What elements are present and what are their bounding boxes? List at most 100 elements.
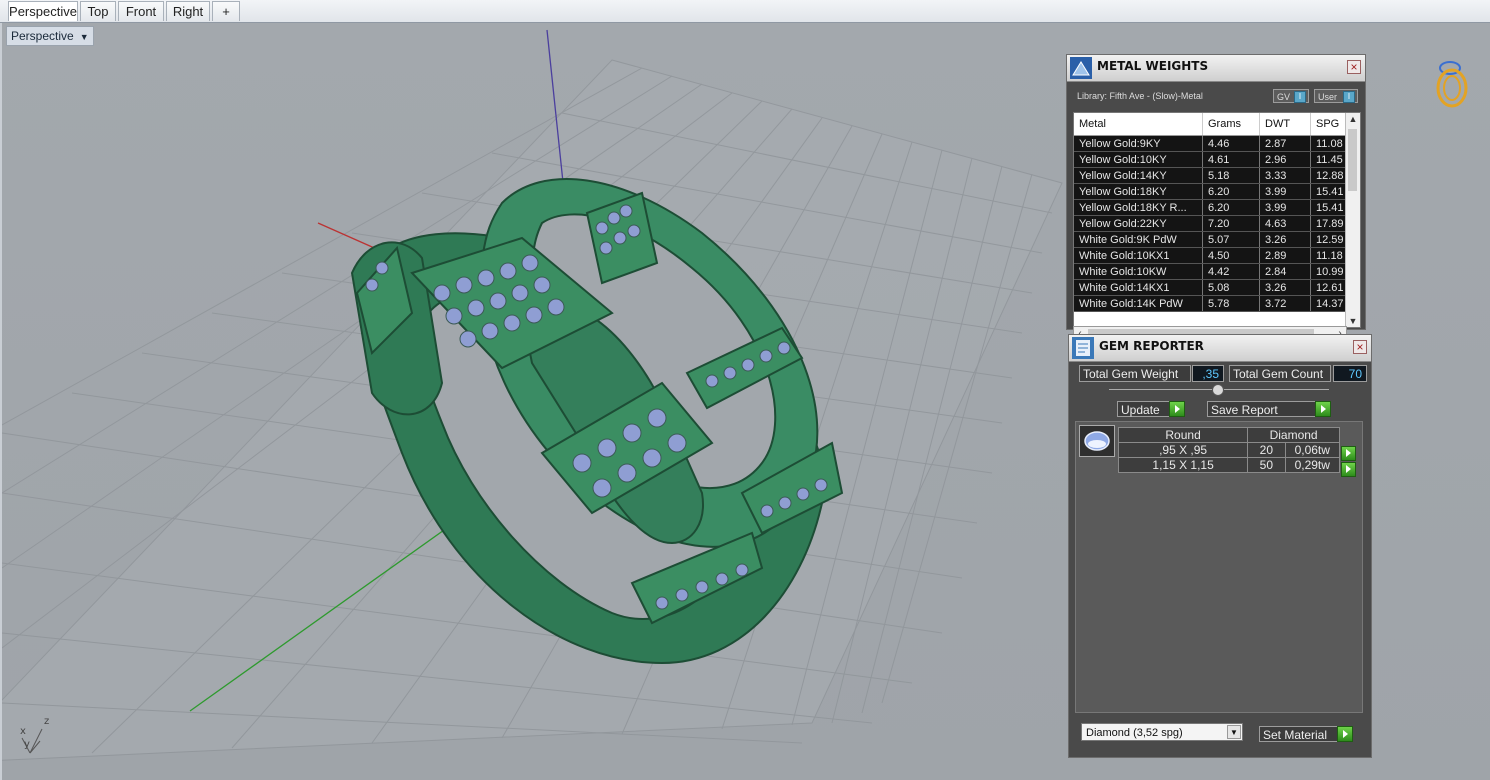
- gem-table: Round Diamond ,95 X ,95 20 0,06tw 1,15 X…: [1117, 427, 1341, 473]
- viewport-tab-bar: Perspective Top Front Right +: [0, 0, 1490, 23]
- metal-grams: 4.42: [1202, 263, 1260, 280]
- gem-list-area: Round Diamond ,95 X ,95 20 0,06tw 1,15 X…: [1075, 421, 1363, 713]
- metal-row[interactable]: White Gold:10KW 4.42 2.84 10.99: [1074, 263, 1356, 280]
- metal-dwt: 2.96: [1259, 151, 1311, 168]
- add-viewport-tab-button[interactable]: +: [212, 1, 240, 21]
- metal-dwt: 3.99: [1259, 183, 1311, 200]
- metal-weights-header[interactable]: METAL WEIGHTS ×: [1067, 55, 1365, 82]
- gem-reporter-header[interactable]: GEM REPORTER ×: [1069, 335, 1371, 362]
- scroll-down-icon[interactable]: ▼: [1346, 316, 1360, 326]
- tab-front[interactable]: Front: [118, 1, 164, 21]
- gem-weight: 0,29tw: [1284, 457, 1341, 473]
- save-report-button[interactable]: Save Report: [1207, 401, 1331, 417]
- play-icon: [1315, 401, 1331, 417]
- toggle-icon: I: [1294, 91, 1306, 103]
- play-icon: [1337, 726, 1353, 742]
- splitter-handle[interactable]: [1212, 384, 1224, 396]
- viewport-title: Perspective: [11, 29, 74, 43]
- metal-row[interactable]: Yellow Gold:22KY 7.20 4.63 17.89: [1074, 215, 1356, 232]
- column-header-grams[interactable]: Grams: [1202, 113, 1260, 136]
- toggle-icon: I: [1343, 91, 1355, 103]
- metal-row[interactable]: White Gold:10KX1 4.50 2.89 11.18: [1074, 247, 1356, 264]
- ring-preview-icon: [1436, 61, 1468, 108]
- metal-grams: 5.07: [1202, 231, 1260, 248]
- gem-row: 1,15 X 1,15 50 0,29tw: [1117, 457, 1341, 473]
- axis-label-x: x: [20, 726, 26, 737]
- gem-size: ,95 X ,95: [1117, 442, 1249, 458]
- viewport-title-dropdown[interactable]: Perspective ▼: [6, 26, 94, 46]
- metal-grams: 4.61: [1202, 151, 1260, 168]
- gem-row: ,95 X ,95 20 0,06tw: [1117, 442, 1341, 458]
- close-icon[interactable]: ×: [1353, 340, 1367, 354]
- gem-shape-header: Round: [1117, 427, 1249, 443]
- metal-row[interactable]: White Gold:14K PdW 5.78 3.72 14.37: [1074, 295, 1356, 312]
- update-button-label: Update: [1121, 403, 1160, 417]
- vertical-scrollbar[interactable]: ▲ ▼: [1345, 113, 1360, 327]
- metal-dwt: 4.63: [1259, 215, 1311, 232]
- metal-weights-panel: METAL WEIGHTS × Library: Fifth Ave - (Sl…: [1066, 54, 1366, 342]
- metal-name: Yellow Gold:14KY: [1074, 167, 1203, 184]
- set-material-button-label: Set Material: [1263, 728, 1328, 742]
- round-gem-icon[interactable]: [1079, 425, 1115, 457]
- column-header-metal[interactable]: Metal: [1074, 113, 1203, 136]
- total-gem-weight-value: ,35: [1192, 365, 1224, 382]
- update-button[interactable]: Update: [1117, 401, 1185, 417]
- metal-row[interactable]: White Gold:9K PdW 5.07 3.26 12.59: [1074, 231, 1356, 248]
- metal-name: White Gold:10KX1: [1074, 247, 1203, 264]
- set-material-button[interactable]: Set Material: [1259, 726, 1353, 742]
- close-icon[interactable]: ×: [1347, 60, 1361, 74]
- metal-name: Yellow Gold:22KY: [1074, 215, 1203, 232]
- metal-grams: 5.18: [1202, 167, 1260, 184]
- select-gem-row-button[interactable]: [1341, 446, 1356, 461]
- total-gem-count-value: 70: [1333, 365, 1367, 382]
- metal-row[interactable]: Yellow Gold:14KY 5.18 3.33 12.88: [1074, 167, 1356, 184]
- tab-perspective[interactable]: Perspective: [8, 1, 78, 21]
- report-icon: [1072, 337, 1094, 359]
- metal-row[interactable]: Yellow Gold:18KY 6.20 3.99 15.41: [1074, 183, 1356, 200]
- tab-right[interactable]: Right: [166, 1, 210, 21]
- gem-count: 50: [1247, 457, 1286, 473]
- metal-row[interactable]: White Gold:14KX1 5.08 3.26 12.61: [1074, 279, 1356, 296]
- metal-weights-title: METAL WEIGHTS: [1097, 59, 1209, 73]
- library-label: Library: Fifth Ave - (Slow)-Metal: [1077, 91, 1203, 101]
- gem-size: 1,15 X 1,15: [1117, 457, 1249, 473]
- metal-grams: 4.50: [1202, 247, 1260, 264]
- metal-grams: 4.46: [1202, 135, 1260, 152]
- metal-dwt: 3.99: [1259, 199, 1311, 216]
- axis-label-y: y: [24, 739, 30, 750]
- metal-grams: 5.78: [1202, 295, 1260, 312]
- axis-label-z: z: [44, 716, 50, 727]
- gv-toggle-label: GV: [1277, 92, 1291, 102]
- metal-row[interactable]: Yellow Gold:9KY 4.46 2.87 11.08: [1074, 135, 1356, 152]
- save-report-button-label: Save Report: [1211, 403, 1278, 417]
- gem-reporter-title: GEM REPORTER: [1099, 339, 1204, 353]
- gem-count: 20: [1247, 442, 1286, 458]
- scrollbar-thumb[interactable]: [1348, 129, 1357, 191]
- chevron-down-icon: ▼: [79, 32, 89, 42]
- metal-dwt: 3.26: [1259, 231, 1311, 248]
- total-gem-count-label: Total Gem Count: [1229, 365, 1331, 382]
- metal-dwt: 3.33: [1259, 167, 1311, 184]
- gv-toggle[interactable]: GV I: [1273, 89, 1309, 103]
- scroll-up-icon[interactable]: ▲: [1346, 114, 1360, 124]
- chevron-down-icon[interactable]: ▼: [1227, 725, 1241, 739]
- metal-weights-table: Metal Grams DWT SPG Yellow Gold:9KY 4.46 2…: [1073, 112, 1361, 328]
- metal-name: Yellow Gold:9KY: [1074, 135, 1203, 152]
- gem-weight: 0,06tw: [1284, 442, 1341, 458]
- metal-name: White Gold:14K PdW: [1074, 295, 1203, 312]
- column-header-dwt[interactable]: DWT: [1259, 113, 1311, 136]
- gem-material-header: Diamond: [1247, 427, 1340, 443]
- select-gem-row-button[interactable]: [1341, 462, 1356, 477]
- user-toggle[interactable]: User I: [1314, 89, 1358, 103]
- tab-top[interactable]: Top: [80, 1, 116, 21]
- scale-icon: [1070, 57, 1092, 79]
- metal-dwt: 2.89: [1259, 247, 1311, 264]
- metal-row[interactable]: Yellow Gold:10KY 4.61 2.96 11.45: [1074, 151, 1356, 168]
- metal-row[interactable]: Yellow Gold:18KY R... 6.20 3.99 15.41: [1074, 199, 1356, 216]
- metal-grams: 5.08: [1202, 279, 1260, 296]
- metal-name: Yellow Gold:18KY: [1074, 183, 1203, 200]
- material-select[interactable]: Diamond (3,52 spg) ▼: [1081, 723, 1243, 741]
- metal-dwt: 2.87: [1259, 135, 1311, 152]
- metal-grams: 6.20: [1202, 199, 1260, 216]
- metal-grams: 7.20: [1202, 215, 1260, 232]
